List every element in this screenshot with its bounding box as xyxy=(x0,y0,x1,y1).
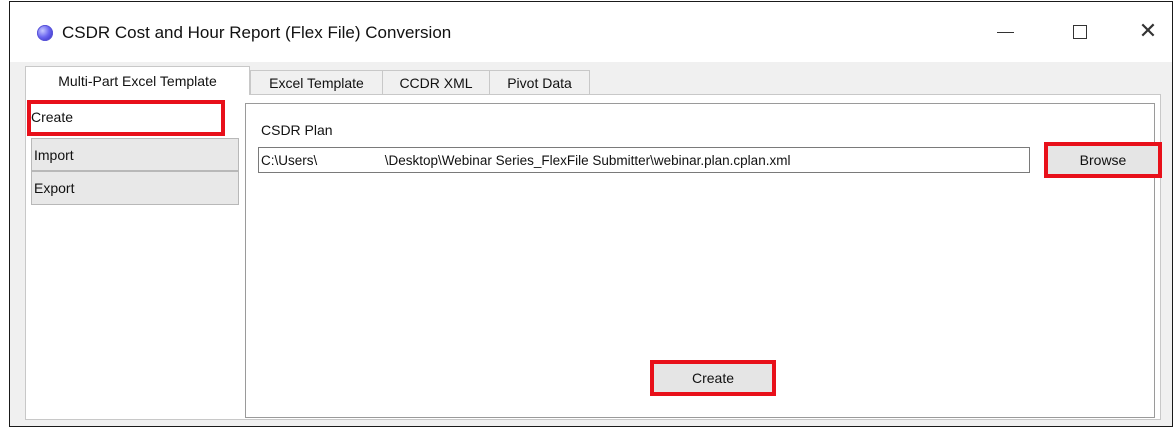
minimize-button[interactable] xyxy=(983,14,1027,50)
create-panel: CSDR Plan Browse Create xyxy=(245,103,1162,418)
sidebar-item-import[interactable]: Import xyxy=(31,138,239,171)
csdr-plan-label: CSDR Plan xyxy=(261,122,333,138)
browse-button[interactable]: Browse xyxy=(1044,142,1162,178)
sidebar-item-create[interactable]: Create xyxy=(27,100,225,136)
tab-pivot-data[interactable]: Pivot Data xyxy=(489,70,590,95)
title-bar[interactable]: CSDR Cost and Hour Report (Flex File) Co… xyxy=(10,2,1172,62)
create-button[interactable]: Create xyxy=(650,360,776,396)
tab-ccdr-xml[interactable]: CCDR XML xyxy=(382,70,490,95)
tab-excel-template[interactable]: Excel Template xyxy=(250,70,383,95)
csdr-plan-path-input[interactable] xyxy=(258,147,1030,173)
maximize-button[interactable] xyxy=(1058,14,1102,50)
app-globe-icon xyxy=(37,25,53,41)
minimize-icon xyxy=(996,31,1014,33)
tab-multi-part-excel-template[interactable]: Multi-Part Excel Template xyxy=(25,66,250,95)
close-button[interactable]: ✕ xyxy=(1126,14,1170,50)
maximize-icon xyxy=(1073,25,1087,39)
close-icon: ✕ xyxy=(1138,19,1158,44)
sidebar-item-export[interactable]: Export xyxy=(31,171,239,205)
window-title: CSDR Cost and Hour Report (Flex File) Co… xyxy=(62,23,452,42)
app-window: CSDR Cost and Hour Report (Flex File) Co… xyxy=(9,1,1173,427)
